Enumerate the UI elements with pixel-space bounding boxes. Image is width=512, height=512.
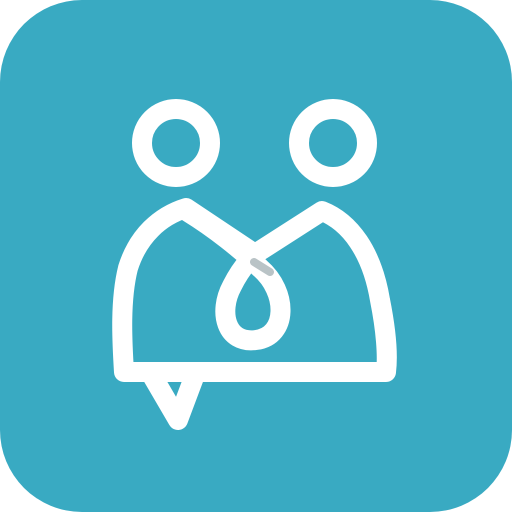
app-icon[interactable] <box>0 0 512 512</box>
app-icon-stage <box>0 0 512 512</box>
